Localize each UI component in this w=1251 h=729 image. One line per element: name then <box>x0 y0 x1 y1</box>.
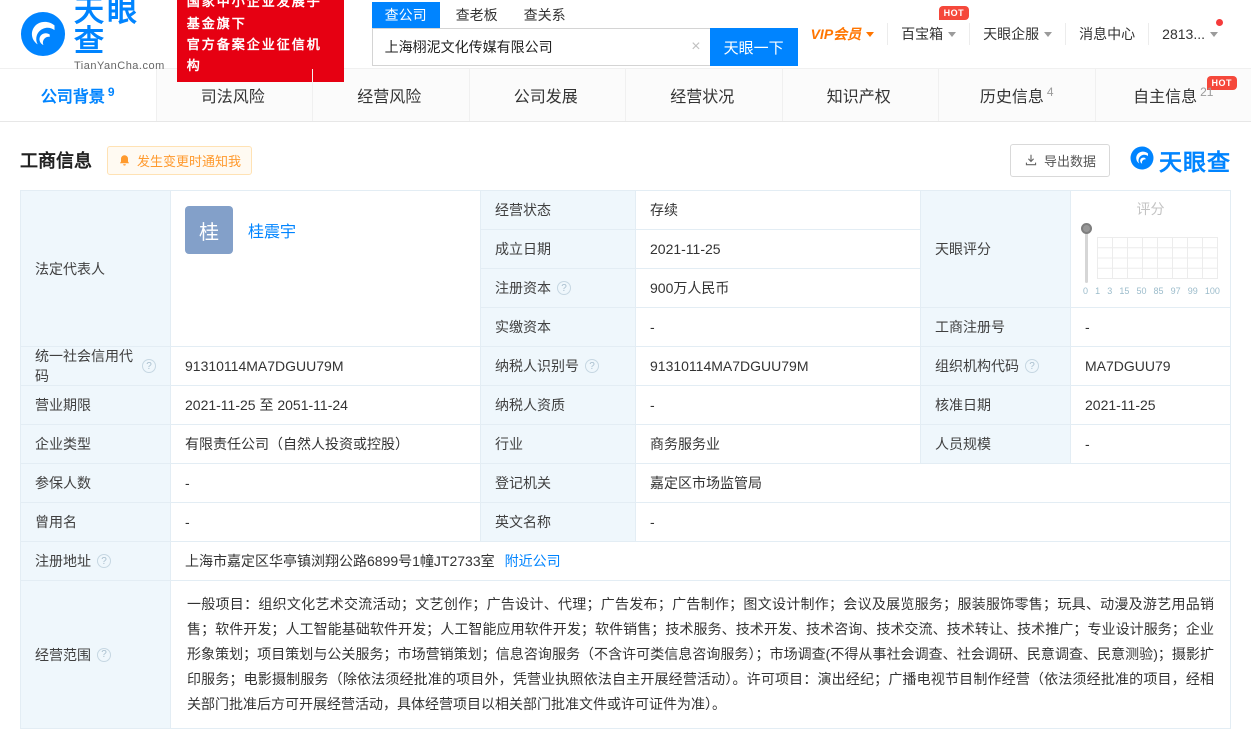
brand-name: 天眼查 <box>74 0 165 57</box>
bell-icon <box>118 154 131 167</box>
label-legal-representative: 法定代表人 <box>21 191 171 347</box>
label-staff-size: 人员规模 <box>921 425 1071 464</box>
value-staff-size: - <box>1071 425 1231 464</box>
value-legal-representative: 桂 桂震宇 <box>171 191 481 347</box>
nav-enterprise-service[interactable]: 天眼企服 <box>969 23 1065 45</box>
value-registered-address: 上海市嘉定区华亭镇浏翔公路6899号1幢JT2733室 附近公司 <box>171 542 1231 581</box>
tianyancha-logo-icon <box>20 11 66 57</box>
value-company-type: 有限责任公司（自然人投资或控股） <box>171 425 481 464</box>
nearby-companies-link[interactable]: 附近公司 <box>505 551 561 571</box>
hot-badge: HOT <box>939 6 970 20</box>
chevron-down-icon <box>948 32 956 37</box>
tab-company-development[interactable]: 公司发展 <box>470 69 627 121</box>
tianyancha-logo[interactable]: 天眼查 TianYanCha.com <box>20 0 165 72</box>
search-tab-relation[interactable]: 查关系 <box>524 2 566 28</box>
export-data-button[interactable]: 导出数据 <box>1010 144 1110 177</box>
section-title: 工商信息 <box>20 147 92 173</box>
value-former-name: - <box>171 503 481 542</box>
chevron-down-icon <box>1044 32 1052 37</box>
score-slider-pin-icon <box>1081 223 1092 234</box>
legal-rep-name-link[interactable]: 桂震宇 <box>248 218 296 242</box>
label-establish-date: 成立日期 <box>481 230 636 269</box>
value-credit-code: 91310114MA7DGUU79M <box>171 347 481 386</box>
label-insured-count: 参保人数 <box>21 464 171 503</box>
help-icon[interactable]: ? <box>557 281 571 295</box>
label-registration-authority: 登记机关 <box>481 464 636 503</box>
score-slider-track <box>1085 228 1088 283</box>
nav-vip[interactable]: VIP会员 <box>798 23 888 45</box>
legal-rep-avatar[interactable]: 桂 <box>185 206 233 254</box>
change-notify-button[interactable]: 发生变更时通知我 <box>107 146 252 175</box>
value-establish-date: 2021-11-25 <box>636 230 921 269</box>
value-registration-authority: 嘉定区市场监管局 <box>636 464 1231 503</box>
tab-intellectual-property[interactable]: 知识产权 <box>783 69 940 121</box>
value-taxpayer-quality: - <box>636 386 921 425</box>
search-button[interactable]: 天眼一下 <box>710 28 798 66</box>
value-english-name: - <box>636 503 1231 542</box>
top-nav: VIP会员 HOT 百宝箱 天眼企服 消息中心 2813... <box>798 23 1231 45</box>
label-approval-date: 核准日期 <box>921 386 1071 425</box>
business-info-table: 法定代表人 桂 桂震宇 经营状态 存续 成立日期 2021-11-25 注册资本… <box>20 190 1231 729</box>
search-area: 查公司 查老板 查关系 × 天眼一下 <box>372 2 798 66</box>
score-grid <box>1097 237 1218 279</box>
nav-user-account[interactable]: 2813... <box>1148 23 1231 45</box>
label-industry: 行业 <box>481 425 636 464</box>
label-company-type: 企业类型 <box>21 425 171 464</box>
search-input[interactable] <box>373 39 710 55</box>
label-registration-number: 工商注册号 <box>921 308 1071 347</box>
value-paid-capital: - <box>636 308 921 347</box>
help-icon[interactable]: ? <box>1025 359 1039 373</box>
download-icon <box>1024 153 1038 167</box>
main-content: 工商信息 发生变更时通知我 导出数据 <box>0 143 1251 729</box>
label-credit-code: 统一社会信用代码? <box>21 347 171 386</box>
tab-operation-risk[interactable]: 经营风险 <box>313 69 470 121</box>
value-registration-number: - <box>1071 308 1231 347</box>
tab-operating-status[interactable]: 经营状况 <box>626 69 783 121</box>
search-tab-boss[interactable]: 查老板 <box>456 2 498 28</box>
chevron-down-icon <box>866 32 874 37</box>
tianyan-score-chart: 评分 0131550859799100 <box>1071 191 1231 308</box>
label-registered-capital: 注册资本? <box>481 269 636 308</box>
tab-company-background[interactable]: 公司背景9 <box>0 69 157 121</box>
notification-dot <box>1216 19 1223 26</box>
label-taxpayer-id: 纳税人识别号? <box>481 347 636 386</box>
value-registered-capital: 900万人民币 <box>636 269 921 308</box>
help-icon[interactable]: ? <box>97 648 111 662</box>
label-paid-capital: 实缴资本 <box>481 308 636 347</box>
label-former-name: 曾用名 <box>21 503 171 542</box>
label-tianyan-score: 天眼评分 <box>921 191 1071 308</box>
value-insured-count: - <box>171 464 481 503</box>
tab-self-published-info[interactable]: HOT 自主信息21 <box>1096 69 1251 121</box>
help-icon[interactable]: ? <box>97 554 111 568</box>
value-approval-date: 2021-11-25 <box>1071 386 1231 425</box>
company-section-tabs: 公司背景9 司法风险 经营风险 公司发展 经营状况 知识产权 历史信息4 HOT… <box>0 68 1251 122</box>
clear-search-icon[interactable]: × <box>691 39 700 55</box>
help-icon[interactable]: ? <box>585 359 599 373</box>
chevron-down-icon <box>1210 32 1218 37</box>
label-organization-code: 组织机构代码? <box>921 347 1071 386</box>
value-organization-code: MA7DGUU79 <box>1071 347 1231 386</box>
top-header: 天眼查 TianYanCha.com 国家中小企业发展子基金旗下 官方备案企业征… <box>0 0 1251 68</box>
value-industry: 商务服务业 <box>636 425 921 464</box>
tianyancha-logo-icon <box>1130 146 1154 175</box>
value-operating-status: 存续 <box>636 191 921 230</box>
tab-judicial-risk[interactable]: 司法风险 <box>157 69 314 121</box>
nav-message-center[interactable]: 消息中心 <box>1065 23 1148 45</box>
search-tab-company[interactable]: 查公司 <box>372 2 440 28</box>
label-taxpayer-quality: 纳税人资质 <box>481 386 636 425</box>
nav-toolbox[interactable]: HOT 百宝箱 <box>887 23 969 45</box>
value-business-term: 2021-11-25 至 2051-11-24 <box>171 386 481 425</box>
tab-history-info[interactable]: 历史信息4 <box>939 69 1096 121</box>
label-business-term: 营业期限 <box>21 386 171 425</box>
help-icon[interactable]: ? <box>142 359 156 373</box>
score-axis: 0131550859799100 <box>1083 286 1220 296</box>
tianyancha-watermark: 天眼查 <box>1130 143 1231 177</box>
score-chart-title: 评分 <box>1081 199 1220 219</box>
label-registered-address: 注册地址? <box>21 542 171 581</box>
value-taxpayer-id: 91310114MA7DGUU79M <box>636 347 921 386</box>
label-operating-status: 经营状态 <box>481 191 636 230</box>
label-english-name: 英文名称 <box>481 503 636 542</box>
